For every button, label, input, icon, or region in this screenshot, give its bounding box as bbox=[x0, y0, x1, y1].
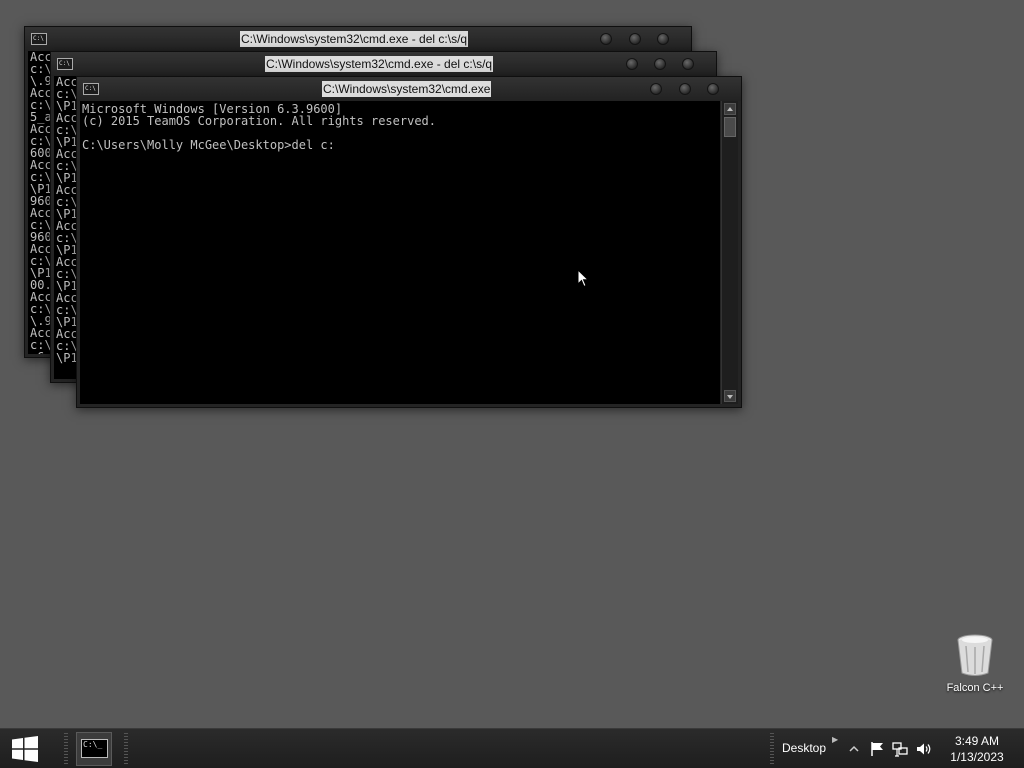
taskbar-grip[interactable] bbox=[64, 733, 68, 765]
title-bar[interactable]: C:\ C:\Windows\system32\cmd.exe - del c:… bbox=[51, 52, 716, 76]
scroll-down-arrow-icon[interactable] bbox=[724, 390, 736, 402]
clock-date: 1/13/2023 bbox=[950, 750, 1004, 764]
minimize-button[interactable] bbox=[600, 33, 612, 45]
maximize-button[interactable] bbox=[629, 33, 641, 45]
console-line: (c) 2015 TeamOS Corporation. All rights … bbox=[82, 114, 437, 128]
flag-icon[interactable] bbox=[869, 741, 885, 757]
window-title: C:\Windows\system32\cmd.exe - del c:\s/q bbox=[240, 31, 469, 47]
close-button[interactable] bbox=[707, 83, 719, 95]
mouse-pointer-icon bbox=[577, 269, 589, 288]
scroll-thumb[interactable] bbox=[724, 117, 736, 137]
cmd-system-icon[interactable]: C:\ bbox=[57, 58, 73, 70]
window-title: C:\Windows\system32\cmd.exe - del c:\s/q bbox=[265, 56, 494, 72]
cmd-system-icon[interactable]: C:\ bbox=[83, 83, 99, 95]
close-button[interactable] bbox=[657, 33, 669, 45]
start-button[interactable] bbox=[0, 729, 52, 768]
speaker-icon[interactable] bbox=[916, 741, 932, 757]
desktop-icon-label: Falcon C++ bbox=[946, 682, 1004, 694]
toolbar-chevron-icon[interactable]: ▶ bbox=[832, 735, 838, 744]
clock-time: 3:49 AM bbox=[954, 734, 1000, 748]
console-line: C:\Users\Molly McGee\Desktop>del c: bbox=[82, 138, 335, 152]
taskbar: C:\_ Desktop ▶ 3:49 AM 1/13/2023 bbox=[0, 728, 1024, 768]
taskbar-grip[interactable] bbox=[124, 733, 128, 765]
taskbar-button-cmd[interactable]: C:\_ bbox=[76, 732, 112, 766]
taskbar-grip[interactable] bbox=[770, 733, 774, 765]
maximize-button[interactable] bbox=[679, 83, 691, 95]
maximize-button[interactable] bbox=[654, 58, 666, 70]
taskbar-clock[interactable]: 3:49 AM 1/13/2023 bbox=[942, 733, 1012, 765]
window-title: C:\Windows\system32\cmd.exe bbox=[322, 81, 492, 97]
cmd-icon: C:\_ bbox=[81, 739, 108, 758]
cmd-system-icon[interactable]: C:\ bbox=[31, 33, 47, 45]
network-icon[interactable] bbox=[892, 741, 908, 757]
vertical-scrollbar[interactable] bbox=[721, 101, 738, 404]
desktop-icon-recycle-bin[interactable]: Falcon C++ bbox=[942, 632, 1008, 694]
console-output[interactable]: Microsoft Windows [Version 6.3.9600] (c) … bbox=[80, 101, 720, 404]
minimize-button[interactable] bbox=[626, 58, 638, 70]
title-bar[interactable]: C:\ C:\Windows\system32\cmd.exe bbox=[77, 77, 741, 101]
minimize-button[interactable] bbox=[650, 83, 662, 95]
chevron-up-icon[interactable] bbox=[846, 741, 862, 757]
scroll-up-arrow-icon[interactable] bbox=[724, 103, 736, 115]
windows-logo-icon bbox=[12, 736, 38, 762]
close-button[interactable] bbox=[682, 58, 694, 70]
recycle-bin-icon bbox=[957, 634, 993, 676]
title-bar[interactable]: C:\ C:\Windows\system32\cmd.exe - del c:… bbox=[25, 27, 691, 51]
desktop-toolbar-label[interactable]: Desktop bbox=[782, 741, 826, 755]
cmd-window-front[interactable]: C:\ C:\Windows\system32\cmd.exe Microsof… bbox=[76, 76, 742, 408]
